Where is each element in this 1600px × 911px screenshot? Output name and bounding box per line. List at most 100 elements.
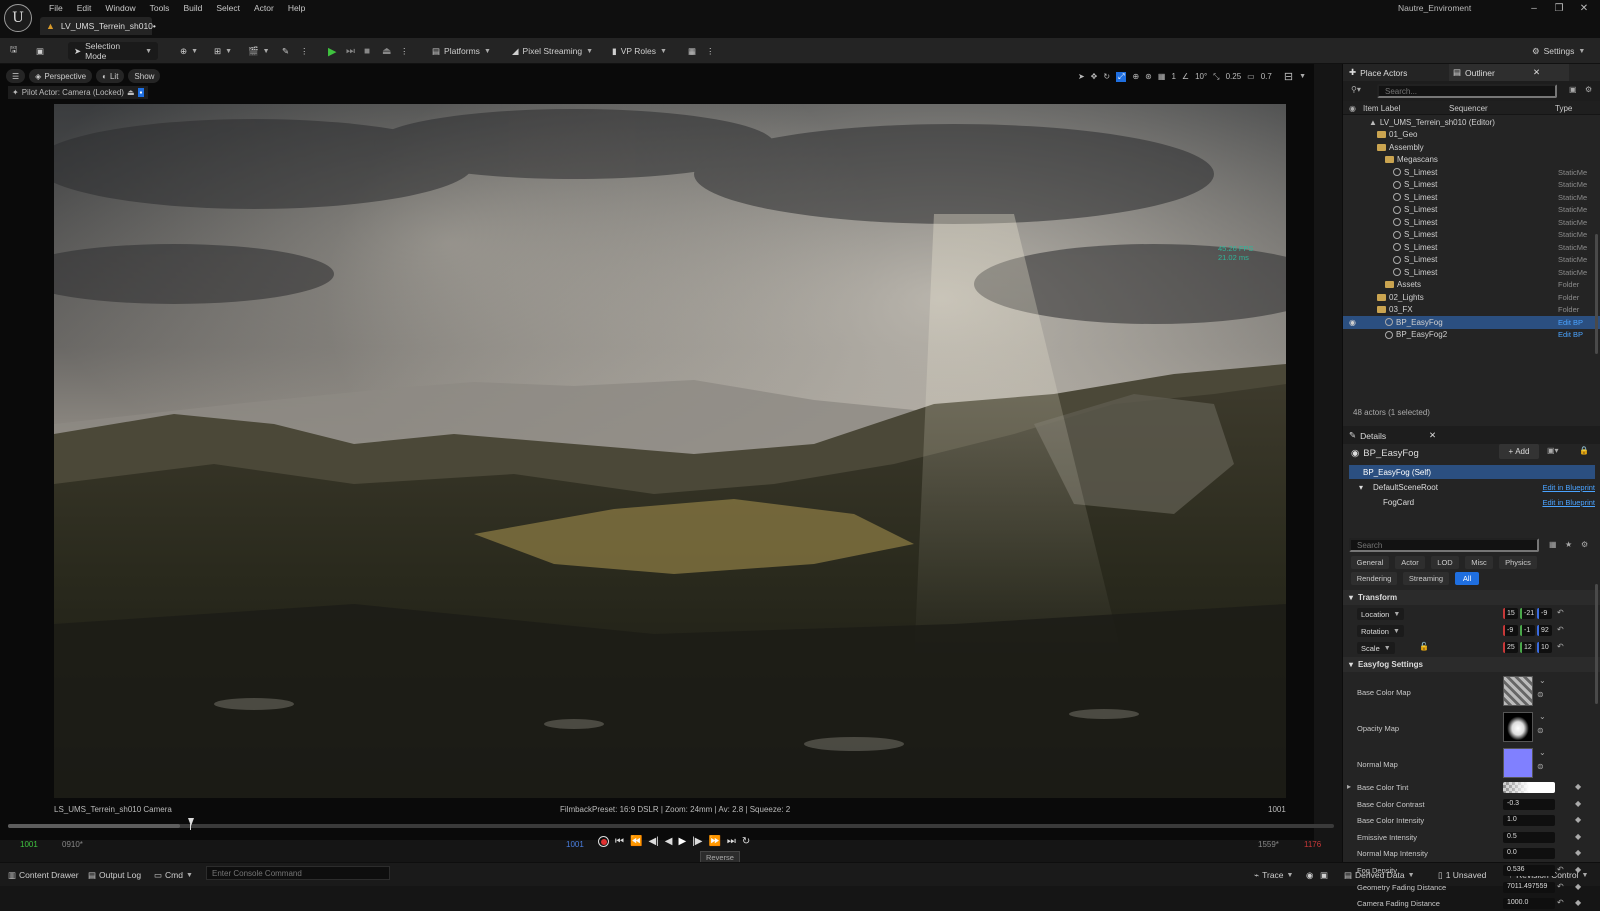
modes-icon[interactable]: ✎ [282,42,289,60]
view-start-frame[interactable]: 0910* [62,840,83,849]
record-icon[interactable] [598,836,609,847]
property-value-field[interactable]: -0.3 [1503,798,1555,810]
chevron-down-icon[interactable]: ⌄ [1539,676,1546,685]
menu-help[interactable]: Help [281,2,312,14]
scale-y-field[interactable]: 12 [1520,642,1535,653]
menu-build[interactable]: Build [176,2,209,14]
playback-end-frame[interactable]: 1176 [1304,840,1321,849]
move-tool-icon[interactable]: ✥ [1091,72,1098,81]
component-row[interactable]: FogCard Edit in Blueprint [1349,495,1595,509]
browse-icon[interactable]: ⊜ [1537,690,1544,699]
chevron-down-icon[interactable]: ⌄ [1539,712,1546,721]
filter-physics[interactable]: Physics [1499,556,1537,569]
outliner-row[interactable]: Assets Folder [1343,279,1600,292]
blueprint-options-icon[interactable]: ▣▾ [1547,446,1559,455]
outliner-row[interactable]: S_Limest StaticMe [1343,241,1600,254]
loop-icon[interactable]: ↻ [742,836,750,847]
surface-snap-icon[interactable]: ⊛ [1145,72,1152,81]
more-options-icon[interactable]: ⋮ [300,42,309,60]
keyframe-icon[interactable]: ◆ [1575,865,1581,874]
outliner-scrollbar[interactable] [1595,234,1598,354]
chevron-down-icon[interactable]: ⌄ [1539,748,1546,757]
outliner-row[interactable]: ◉ BP_EasyFog Edit BP [1343,316,1600,329]
previous-key-icon[interactable]: ⏪ [630,836,642,847]
cinematics-icon[interactable]: 🎬 ▼ [248,42,270,60]
keyframe-icon[interactable]: ◆ [1575,782,1581,791]
location-x-field[interactable]: 15 [1503,608,1518,619]
reset-icon[interactable]: ↶ [1557,882,1564,891]
camera-speed-icon[interactable]: ▭ [1247,72,1255,81]
content-browser-icon[interactable]: ▣ [36,42,44,60]
filter-icon[interactable]: ⚲▾ [1351,85,1361,94]
platforms-button[interactable]: ▤ Platforms ▼ [432,42,491,60]
outliner-row[interactable]: 03_FX Folder [1343,304,1600,317]
lock-icon[interactable]: 🔒 [1579,446,1589,455]
play-forward-icon[interactable]: ▶ [678,836,686,847]
close-details-icon[interactable]: ✕ [1429,427,1436,444]
step-icon[interactable]: ⏭ [346,42,355,60]
reset-icon[interactable]: ↶ [1557,865,1564,874]
reset-icon[interactable]: ↶ [1557,625,1564,634]
keyframe-icon[interactable]: ◆ [1575,815,1581,824]
trace-button[interactable]: ⌁ Trace ▼ [1254,868,1293,882]
grid-snap-icon[interactable]: ▦ [1158,72,1166,81]
pixel-streaming-button[interactable]: ◢ Pixel Streaming ▼ [512,42,593,60]
filter-streaming[interactable]: Streaming [1403,572,1449,585]
location-dropdown[interactable]: Location ▼ [1357,608,1405,620]
keyframe-icon[interactable]: ◆ [1575,799,1581,808]
unreal-logo-icon[interactable]: U [4,4,32,32]
level-document-tab[interactable]: ▲ LV_UMS_Terrein_sh010• [40,17,156,35]
filter-all[interactable]: All [1455,572,1479,585]
place-actors-tab[interactable]: ✚ Place Actors [1349,64,1407,81]
lit-button[interactable]: ◐ Lit [96,69,125,83]
hamburger-icon[interactable]: ☰ [6,69,26,83]
play-options-icon[interactable]: ⋮ [400,42,409,60]
menu-window[interactable]: Window [98,2,142,14]
menu-file[interactable]: File [42,2,70,14]
play-icon[interactable]: ▶ [328,42,336,60]
settings-button[interactable]: ⚙ Settings ▼ [1532,42,1585,60]
edit-blueprint-link[interactable]: Edit BP [1558,330,1583,339]
outliner-row[interactable]: S_Limest StaticMe [1343,266,1600,279]
edit-blueprint-link[interactable]: Edit BP [1558,318,1583,327]
outliner-row[interactable]: BP_EasyFog2 Edit BP [1343,329,1600,342]
select-tool-icon[interactable]: ➤ [1078,72,1085,81]
filter-misc[interactable]: Misc [1465,556,1493,569]
current-frame-field[interactable]: 1001 [566,840,584,849]
more-options-icon[interactable]: ⋮ [706,42,715,60]
component-row[interactable]: ▾ DefaultSceneRoot Edit in Blueprint [1349,480,1595,494]
reset-icon[interactable]: ↶ [1557,608,1564,617]
blueprint-icon[interactable]: ⊞ ▼ [214,42,232,60]
base-color-map-thumbnail[interactable] [1503,676,1533,706]
step-back-icon[interactable]: ◀| [648,836,658,847]
outliner-row[interactable]: 02_Lights Folder [1343,291,1600,304]
outliner-row[interactable]: S_Limest StaticMe [1343,191,1600,204]
screenshot-icon[interactable]: ▣ [1320,868,1328,882]
property-value-field[interactable]: 1.0 [1503,815,1555,827]
property-value-field[interactable]: 0.536 [1503,865,1555,876]
property-value-field[interactable]: 7011.497559 [1503,881,1555,893]
scale-snap-value[interactable]: 0.25 [1226,72,1242,81]
outliner-row[interactable]: Megascans [1343,154,1600,167]
lock-icon[interactable]: 🔓 [1419,642,1429,651]
step-forward-icon[interactable]: |▶ [692,836,702,847]
chevron-down-icon[interactable]: ▾ [1359,483,1363,492]
minimize-icon[interactable]: – [1524,3,1544,14]
scale-snap-icon[interactable]: ⤡ [1213,72,1219,82]
scale-z-field[interactable]: 10 [1537,642,1552,653]
timeline-scrubber[interactable] [8,824,1334,828]
scale-tool-icon[interactable]: ⤢ [1116,71,1127,82]
pilot-actor-bar[interactable]: ✦ Pilot Actor: Camera (Locked) ⏏ ▪ [8,86,149,99]
property-value-field[interactable]: 0.5 [1503,831,1555,843]
rotate-tool-icon[interactable]: ↻ [1103,72,1110,81]
menu-edit[interactable]: Edit [70,2,99,14]
transform-section[interactable]: ▾ Transform [1343,590,1600,605]
multiuser-icon[interactable]: ▦ [688,42,696,60]
chevron-down-icon[interactable]: ▼ [1299,73,1306,80]
view-end-frame[interactable]: 1559* [1258,840,1279,849]
vp-roles-button[interactable]: ▮ VP Roles ▼ [612,42,667,60]
details-scrollbar[interactable] [1595,584,1598,704]
item-label-column[interactable]: Item Label [1363,104,1400,113]
reverse-play-icon[interactable]: ◀ [665,836,673,847]
base-color-tint-swatch[interactable] [1503,782,1555,793]
